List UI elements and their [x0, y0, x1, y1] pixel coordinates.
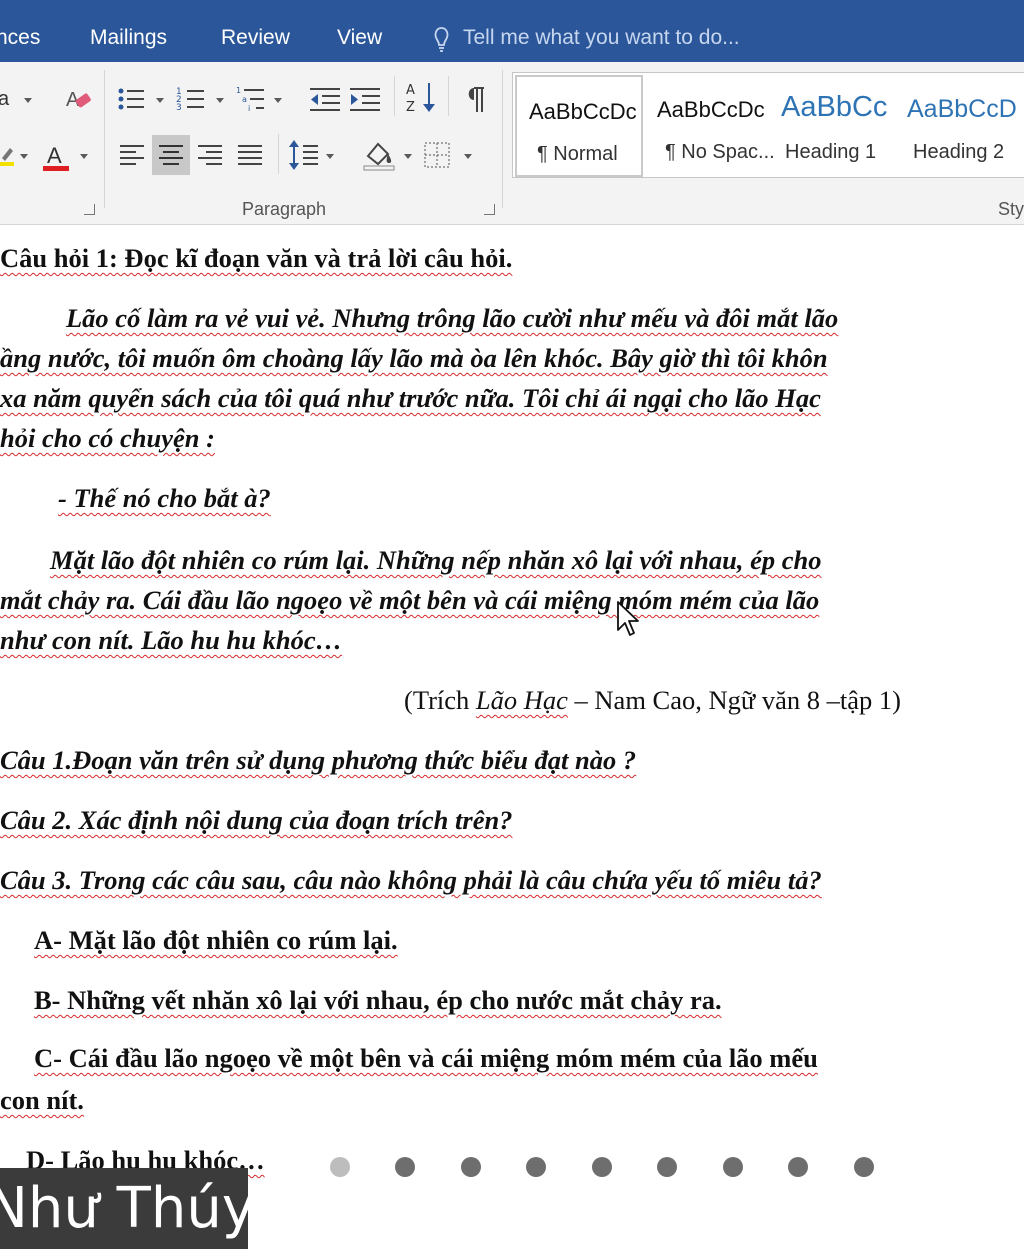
mouse-pointer-icon — [617, 601, 639, 636]
line-spacing-dropdown-caret[interactable] — [326, 154, 334, 159]
font-dialog-launcher-icon[interactable] — [84, 204, 95, 215]
multilevel-dropdown-caret[interactable] — [274, 98, 282, 103]
style-preview: AaBbCcD — [907, 95, 1017, 123]
svg-text:1: 1 — [236, 86, 241, 95]
multilevel-list-icon[interactable]: 1 a i — [236, 84, 266, 114]
font-size-dropdown-caret[interactable] — [24, 98, 32, 103]
bullets-dropdown-caret[interactable] — [156, 98, 164, 103]
style-no-spacing[interactable]: AaBbCcDc ¶ No Spac... — [645, 75, 775, 173]
citation-title: Lão Hạc — [475, 685, 568, 715]
group-separator — [104, 70, 105, 208]
styles-group-label: Sty — [998, 199, 1024, 219]
paragraph-dialog-launcher-icon[interactable] — [484, 204, 495, 215]
svg-text:i: i — [248, 104, 250, 113]
style-preview: AaBbCc — [781, 91, 888, 123]
passage-line: Lão cố làm ra vẻ vui vẻ. Nhưng trông lão… — [66, 303, 839, 333]
group-separator — [502, 70, 503, 208]
option-c-continued: con nít. — [0, 1085, 84, 1115]
tell-me-search[interactable]: Tell me what you want to do... — [463, 26, 740, 50]
question-1: Câu 1.Đoạn văn trên sử dụng phương thức … — [0, 745, 637, 775]
question-3: Câu 3. Trong các câu sau, câu nào không … — [0, 865, 822, 895]
page-dot[interactable] — [657, 1157, 677, 1177]
passage-line: ầng nước, tôi muốn ôm choàng lấy lão mà … — [0, 343, 828, 373]
page-dot[interactable] — [723, 1157, 743, 1177]
group-separator — [394, 76, 395, 116]
style-name: ¶ Normal — [537, 143, 618, 165]
style-name: Heading 2 — [913, 141, 1005, 163]
passage-line: mắt chảy ra. Cái đầu lão ngoẹo về một bê… — [0, 585, 820, 615]
borders-icon[interactable] — [422, 140, 452, 170]
page-dot[interactable] — [461, 1157, 481, 1177]
passage-line: hỏi cho có chuyện : — [0, 423, 215, 453]
svg-text:3: 3 — [176, 103, 182, 113]
clear-formatting-icon[interactable]: A — [62, 84, 94, 114]
borders-dropdown-caret[interactable] — [464, 154, 472, 159]
question-2: Câu 2. Xác định nội dung của đoạn trích … — [0, 805, 513, 835]
bullets-icon[interactable] — [116, 84, 146, 114]
page-dot[interactable] — [330, 1157, 350, 1177]
group-separator — [278, 134, 279, 174]
increase-indent-icon[interactable] — [348, 84, 382, 114]
lightbulb-icon — [434, 27, 449, 52]
text-highlight-icon[interactable] — [0, 144, 14, 166]
document-page[interactable]: Câu hỏi 1: Đọc kĩ đoạn văn và trả lời câ… — [0, 225, 1024, 1249]
paragraph-group-label: Paragraph — [242, 199, 327, 219]
home-ribbon: a A A 1 2 3 1 a i A Z Paragraph AaBbCcDc… — [0, 62, 1024, 225]
option-a: A- Mặt lão đột nhiên co rúm lại. — [34, 925, 398, 955]
tab-references[interactable]: nces — [0, 26, 40, 50]
font-color-icon[interactable]: A — [40, 142, 72, 174]
group-separator — [448, 76, 449, 116]
page-dot[interactable] — [526, 1157, 546, 1177]
font-color-dropdown-caret[interactable] — [80, 154, 88, 159]
dialogue-line: - Thế nó cho bắt à? — [58, 483, 271, 513]
sort-icon[interactable]: A Z — [406, 80, 438, 116]
option-b: B- Những vết nhăn xô lại với nhau, ép ch… — [34, 985, 722, 1015]
align-center-button[interactable] — [152, 135, 190, 175]
page-dot[interactable] — [788, 1157, 808, 1177]
font-size-box[interactable]: a — [0, 88, 9, 111]
align-center-icon — [159, 145, 183, 165]
styles-gallery: AaBbCcDc ¶ Normal AaBbCcDc ¶ No Spac... … — [512, 72, 1024, 178]
passage-line: xa năm quyển sách của tôi quá như trước … — [0, 383, 821, 413]
tab-view[interactable]: View — [337, 26, 382, 50]
numbering-dropdown-caret[interactable] — [216, 98, 224, 103]
align-left-icon[interactable] — [118, 142, 146, 168]
style-name: Heading 1 — [785, 141, 877, 163]
shading-icon[interactable] — [362, 138, 396, 172]
style-name: ¶ No Spac... — [665, 141, 775, 163]
question-title: Câu hỏi 1: Đọc kĩ đoạn văn và trả lời câ… — [0, 243, 513, 273]
option-c: C- Cái đầu lão ngoẹo về một bên và cái m… — [34, 1043, 818, 1073]
presenter-name-tag: Như Thúy — [0, 1168, 248, 1249]
tab-mailings[interactable]: Mailings — [90, 26, 167, 50]
justify-icon[interactable] — [236, 142, 264, 168]
svg-text:a: a — [242, 95, 247, 104]
line-spacing-icon[interactable] — [288, 138, 320, 172]
passage-line: Mặt lão đột nhiên co rúm lại. Những nếp … — [50, 545, 822, 575]
page-dot[interactable] — [395, 1157, 415, 1177]
align-right-icon[interactable] — [196, 142, 224, 168]
svg-text:Z: Z — [406, 100, 415, 115]
passage-line: như con nít. Lão hu hu khóc… — [0, 625, 343, 655]
style-normal[interactable]: AaBbCcDc ¶ Normal — [515, 75, 643, 177]
shading-dropdown-caret[interactable] — [404, 154, 412, 159]
style-heading-1[interactable]: AaBbCc Heading 1 — [775, 75, 899, 173]
numbering-icon[interactable]: 1 2 3 — [176, 84, 206, 114]
decrease-indent-icon[interactable] — [308, 84, 342, 114]
style-preview: AaBbCcDc — [657, 97, 765, 122]
page-dot[interactable] — [854, 1157, 874, 1177]
style-preview: AaBbCcDc — [529, 99, 637, 124]
svg-text:A: A — [47, 143, 62, 168]
show-formatting-marks-icon[interactable] — [462, 84, 488, 114]
citation: (Trích Lão Hạc – Nam Cao, Ngữ văn 8 –tập… — [404, 685, 901, 715]
svg-text:A: A — [406, 83, 415, 98]
tab-review[interactable]: Review — [221, 26, 290, 50]
highlight-dropdown-caret[interactable] — [20, 154, 28, 159]
style-heading-2[interactable]: AaBbCcD Heading 2 — [903, 75, 1024, 173]
page-dot[interactable] — [592, 1157, 612, 1177]
